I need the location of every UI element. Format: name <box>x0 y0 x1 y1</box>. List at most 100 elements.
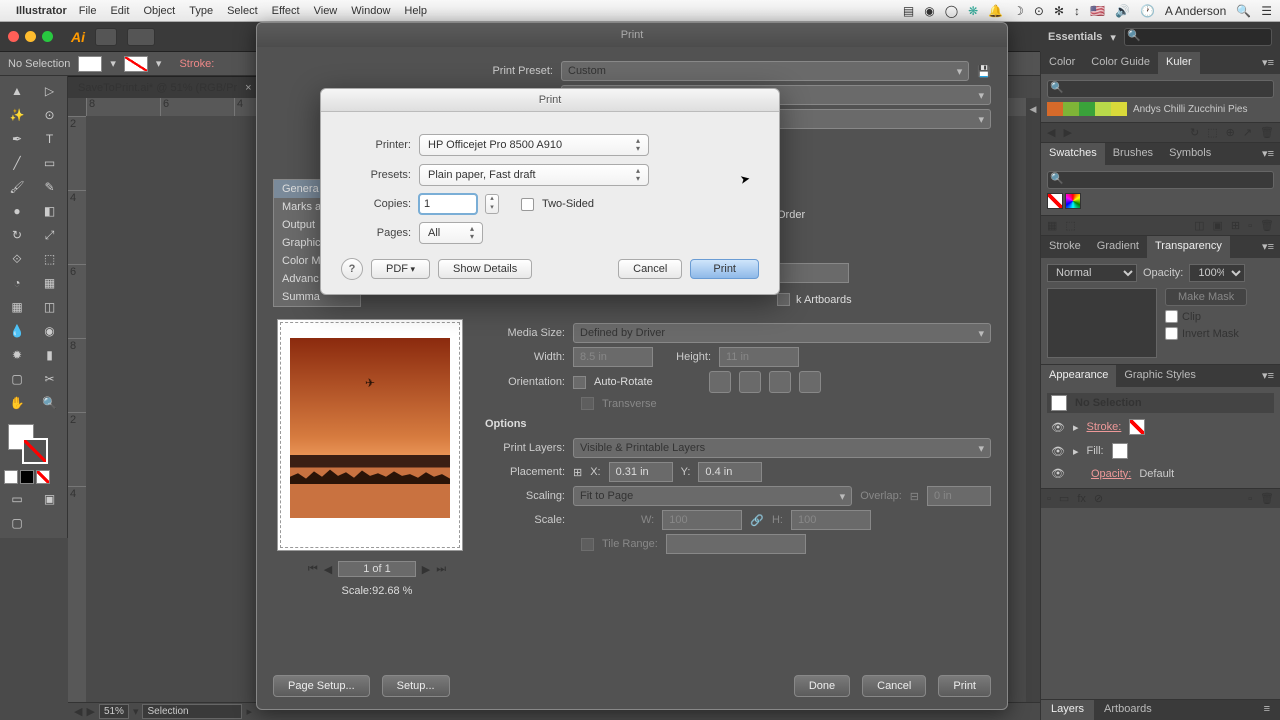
done-button[interactable]: Done <box>794 675 850 697</box>
stroke-swatch[interactable] <box>1129 419 1145 435</box>
chevron-icon[interactable]: ▸ <box>246 705 252 718</box>
blend-mode-select[interactable]: Normal <box>1047 264 1137 282</box>
screen-mode[interactable]: ▢ <box>2 512 32 534</box>
free-transform-tool[interactable]: ⬚ <box>35 248 65 270</box>
visibility-icon[interactable]: 👁 <box>1051 421 1065 434</box>
symbol-sprayer-tool[interactable]: ✹ <box>2 344 32 366</box>
clip-checkbox[interactable] <box>1165 310 1178 323</box>
footer-icon[interactable]: ◫ <box>1194 219 1204 232</box>
magic-wand-tool[interactable]: ✨ <box>2 104 32 126</box>
menu-icon[interactable]: ☰ <box>1261 4 1272 18</box>
new-icon[interactable]: ▫ <box>1248 220 1252 232</box>
menu-edit[interactable]: Edit <box>110 5 129 17</box>
screen-mode[interactable]: ▣ <box>35 488 65 510</box>
appearance-stroke-row[interactable]: 👁 ▸ Stroke: <box>1047 417 1274 437</box>
placement-grid-icon[interactable]: ⊞ <box>573 466 582 479</box>
invert-checkbox[interactable] <box>1165 327 1178 340</box>
rectangle-tool[interactable]: ▭ <box>35 152 65 174</box>
notification-icon[interactable]: 🔔 <box>988 4 1003 18</box>
chevron-down-icon[interactable]: ▾ <box>110 57 116 70</box>
kuler-search[interactable]: 🔍 <box>1047 80 1274 98</box>
show-details-button[interactable]: Show Details <box>438 259 532 279</box>
menu-file[interactable]: File <box>79 5 97 17</box>
footer-icon[interactable]: ↻ <box>1190 126 1199 139</box>
selection-tool[interactable]: ▲ <box>2 80 32 102</box>
opacity-select[interactable]: 100% <box>1189 264 1245 282</box>
zoom-window[interactable] <box>42 31 53 42</box>
tray-icon[interactable]: ❋ <box>968 4 978 18</box>
pencil-tool[interactable]: ✎ <box>35 176 65 198</box>
visibility-icon[interactable]: 👁 <box>1051 467 1065 480</box>
paintbrush-tool[interactable]: 🖌 <box>2 176 32 198</box>
tab-gradient[interactable]: Gradient <box>1089 236 1147 258</box>
help-button[interactable]: ? <box>341 258 363 280</box>
nav-arrow[interactable]: ◀ <box>74 705 82 718</box>
close-window[interactable] <box>8 31 19 42</box>
lasso-tool[interactable]: ⊙ <box>35 104 65 126</box>
stroke-box[interactable] <box>22 438 48 464</box>
swatch-none[interactable] <box>1047 193 1063 209</box>
chevron-down-icon[interactable]: ▾ <box>1110 31 1116 44</box>
media-size-select[interactable]: Defined by Driver▾ <box>573 323 991 343</box>
last-page-icon[interactable]: ⏭ <box>436 563 446 576</box>
search-input[interactable]: 🔍 <box>1124 28 1272 46</box>
tab-kuler[interactable]: Kuler <box>1158 52 1200 74</box>
tab-layers[interactable]: Layers <box>1041 700 1094 720</box>
tab-transparency[interactable]: Transparency <box>1147 236 1230 258</box>
footer-icon[interactable]: ⊞ <box>1231 219 1240 232</box>
bridge-button[interactable] <box>95 28 117 46</box>
hand-tool[interactable]: ✋ <box>2 392 32 414</box>
blob-brush-tool[interactable]: ● <box>2 200 32 222</box>
volume-icon[interactable]: 🔊 <box>1115 4 1130 18</box>
graph-tool[interactable]: ▮ <box>35 344 65 366</box>
presets-select[interactable]: Plain paper, Fast draft ▴▾ <box>419 164 649 186</box>
orient-landscape[interactable] <box>739 371 761 393</box>
panel-collapse-strip[interactable]: ◀ <box>1026 98 1040 702</box>
tab-stroke[interactable]: Stroke <box>1041 236 1089 258</box>
workspace-name[interactable]: Essentials <box>1048 31 1102 43</box>
pages-select[interactable]: All ▴▾ <box>419 222 483 244</box>
footer-icon[interactable]: fx <box>1077 493 1086 505</box>
appearance-opacity-row[interactable]: 👁 Opacity: Default <box>1047 465 1274 482</box>
tab-symbols[interactable]: Symbols <box>1161 143 1219 165</box>
artboard-tool[interactable]: ▢ <box>2 368 32 390</box>
menu-select[interactable]: Select <box>227 5 258 17</box>
preset-select[interactable]: Custom▾ <box>561 61 969 81</box>
footer-icon[interactable]: ⬚ <box>1065 219 1075 232</box>
chevron-down-icon[interactable]: ▾ <box>133 705 139 718</box>
menu-window[interactable]: Window <box>351 5 390 17</box>
printer-select[interactable]: HP Officejet Pro 8500 A910 ▴▾ <box>419 134 649 156</box>
footer-icon[interactable]: ⬚ <box>1207 126 1217 139</box>
footer-icon[interactable]: ↗ <box>1243 126 1252 139</box>
tab-graphic-styles[interactable]: Graphic Styles <box>1116 365 1204 387</box>
panel-menu-icon[interactable]: ▾≡ <box>1256 143 1280 165</box>
color-mode[interactable] <box>4 470 18 484</box>
tab-swatches[interactable]: Swatches <box>1041 143 1105 165</box>
flag-icon[interactable]: 🇺🇸 <box>1090 4 1105 18</box>
next-icon[interactable]: ▶ <box>1063 126 1071 139</box>
orient-rev-portrait[interactable] <box>769 371 791 393</box>
tab-color-guide[interactable]: Color Guide <box>1083 52 1158 74</box>
partial-input[interactable] <box>777 263 849 283</box>
menu-effect[interactable]: Effect <box>272 5 300 17</box>
footer-icon[interactable]: ▦ <box>1047 219 1057 232</box>
next-page-icon[interactable]: ▶ <box>422 563 430 576</box>
trash-icon[interactable]: 🗑 <box>1260 492 1274 505</box>
setup-button[interactable]: Setup... <box>382 675 450 697</box>
slice-tool[interactable]: ✂ <box>35 368 65 390</box>
pdf-menu-button[interactable]: PDF <box>371 259 430 279</box>
tray-icon[interactable]: ☽ <box>1013 4 1024 18</box>
fill-swatch[interactable] <box>78 56 102 72</box>
blank-artboards-checkbox[interactable] <box>777 293 790 306</box>
menu-object[interactable]: Object <box>143 5 175 17</box>
tray-icon[interactable]: ◉ <box>924 4 934 18</box>
zoom-tool[interactable]: 🔍 <box>35 392 65 414</box>
line-tool[interactable]: ╱ <box>2 152 32 174</box>
none-mode[interactable] <box>36 470 50 484</box>
print-layers-select[interactable]: Visible & Printable Layers▾ <box>573 438 991 458</box>
gradient-tool[interactable]: ◫ <box>35 296 65 318</box>
swatch-search[interactable]: 🔍 <box>1047 171 1274 189</box>
tab-appearance[interactable]: Appearance <box>1041 365 1116 387</box>
width-tool[interactable]: ⟐ <box>2 248 32 270</box>
cancel-button[interactable]: Cancel <box>862 675 926 697</box>
